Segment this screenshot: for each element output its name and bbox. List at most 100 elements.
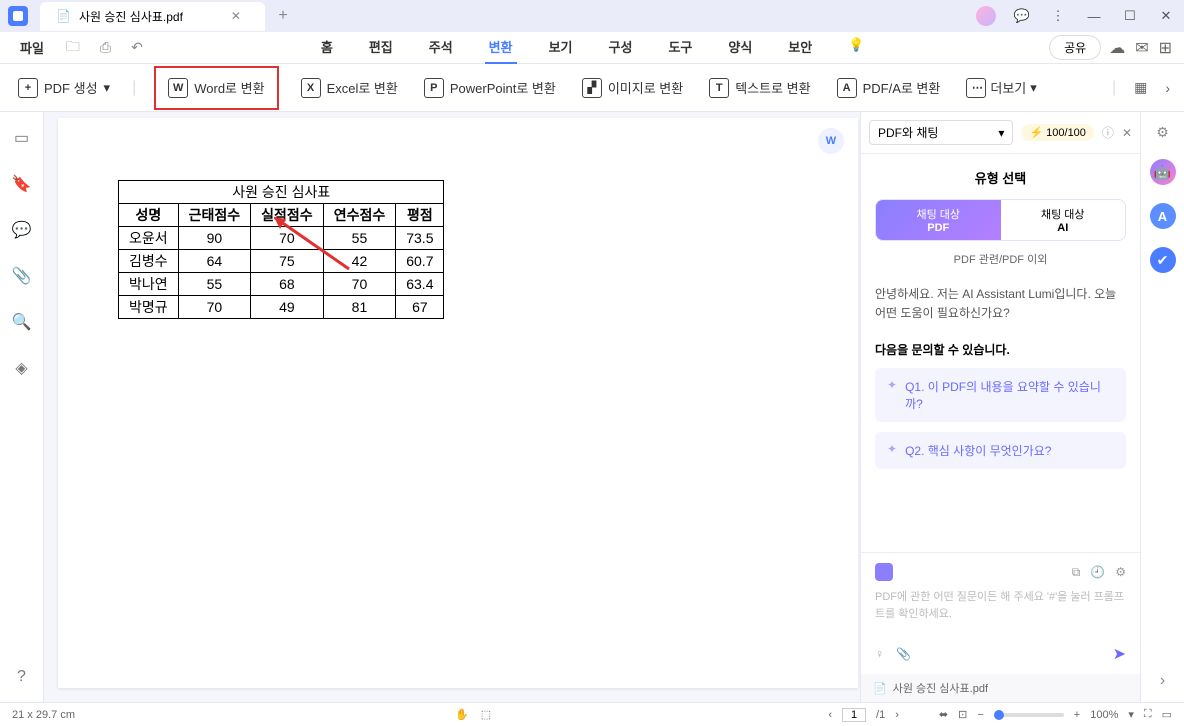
settings-icon[interactable]: ⚙ bbox=[1115, 565, 1126, 580]
hint-icon[interactable]: ♀ bbox=[875, 647, 884, 661]
tab-view[interactable]: 보기 bbox=[545, 31, 577, 64]
copy-icon[interactable]: ⧉ bbox=[1072, 565, 1081, 580]
mode-icon[interactable] bbox=[875, 563, 893, 581]
word-icon: W bbox=[168, 78, 188, 98]
share-button[interactable]: 공유 bbox=[1049, 35, 1101, 60]
ribbon-toolbar: + PDF 생성 ▾ | W Word로 변환 X Excel로 변환 P Po… bbox=[0, 64, 1184, 112]
status-bar: 21 x 29.7 cm ✋ ⬚ ‹ /1 › ⬌ ⊡ − + 100% ▾ ⛶… bbox=[0, 702, 1184, 726]
document-tab[interactable]: 📄 사원 승진 심사표.pdf ✕ bbox=[40, 2, 265, 31]
chat-target-segment: 채팅 대상PDF 채팅 대상AI bbox=[875, 199, 1126, 241]
panel-layout-icon[interactable]: ▦ bbox=[1134, 79, 1147, 96]
tab-convert[interactable]: 변환 bbox=[485, 31, 517, 64]
read-mode-icon[interactable]: ▭ bbox=[1162, 708, 1172, 721]
table-row: 박명규70498167 bbox=[119, 296, 444, 319]
more-button[interactable]: ⋯ 더보기 ▾ bbox=[962, 72, 1040, 104]
tab-form[interactable]: 양식 bbox=[724, 31, 756, 64]
save-icon[interactable]: 🗀 bbox=[60, 32, 86, 64]
ai-greeting: 안녕하세요. 저는 AI Assistant Lumi입니다. 오늘 어떤 도움… bbox=[875, 285, 1126, 323]
panel-close-icon[interactable]: ✕ bbox=[1122, 126, 1132, 140]
new-tab-button[interactable]: + bbox=[273, 6, 293, 26]
page-total: /1 bbox=[876, 709, 885, 721]
undo-icon[interactable]: ↶ bbox=[125, 35, 149, 60]
suggest-title: 다음을 문의할 수 있습니다. bbox=[875, 341, 1126, 358]
to-image-button[interactable]: ▞ 이미지로 변환 bbox=[578, 72, 687, 104]
table-row: 오윤서90705573.5 bbox=[119, 227, 444, 250]
ai-robot-icon[interactable]: 🤖 bbox=[1150, 159, 1176, 185]
left-sidebar: ▭ 🔖 💬 📎 🔍 ◈ ? bbox=[0, 112, 44, 702]
to-powerpoint-button[interactable]: P PowerPoint로 변환 bbox=[420, 72, 560, 104]
tab-comment[interactable]: 주석 bbox=[425, 31, 457, 64]
window-icon[interactable]: ⊞ bbox=[1159, 38, 1172, 58]
prompt-placeholder[interactable]: PDF에 관한 어떤 질문이든 해 주세요 '#'을 눌러 프롬프트를 확인하세… bbox=[875, 589, 1126, 622]
close-window-icon[interactable]: ✕ bbox=[1156, 8, 1176, 24]
chevron-right-icon[interactable]: › bbox=[1165, 80, 1170, 96]
tab-tools[interactable]: 도구 bbox=[664, 31, 696, 64]
app-menu-icon[interactable]: ⋮ bbox=[1048, 8, 1068, 24]
hand-tool-icon[interactable]: ✋ bbox=[455, 708, 469, 721]
page-number-input[interactable] bbox=[842, 708, 866, 722]
excel-icon: X bbox=[301, 78, 321, 98]
fit-width-icon[interactable]: ⬌ bbox=[939, 708, 948, 721]
to-pdfa-button[interactable]: A PDF/A로 변환 bbox=[833, 72, 945, 104]
bookmark-icon[interactable]: 🔖 bbox=[12, 174, 32, 194]
maximize-icon[interactable]: ☐ bbox=[1120, 8, 1140, 24]
chevron-down-icon[interactable]: ▾ bbox=[1128, 708, 1134, 721]
adjust-icon[interactable]: ⚙ bbox=[1156, 124, 1169, 141]
translate-icon[interactable]: A bbox=[1150, 203, 1176, 229]
mail-icon[interactable]: ✉ bbox=[1135, 38, 1148, 58]
history-icon[interactable]: 🕘 bbox=[1090, 565, 1105, 580]
seg-pdf[interactable]: 채팅 대상PDF bbox=[876, 200, 1001, 240]
ai-panel: PDF와 채팅 ▾ ⚡100/100 ⓘ ✕ 유형 선택 채팅 대상PDF 채팅… bbox=[860, 112, 1140, 702]
fullscreen-icon[interactable]: ⛶ bbox=[1144, 708, 1152, 721]
tab-lightbulb[interactable]: 💡 bbox=[844, 31, 868, 64]
select-tool-icon[interactable]: ⬚ bbox=[481, 708, 491, 721]
tab-edit[interactable]: 편집 bbox=[365, 31, 397, 64]
chevron-right-icon[interactable]: › bbox=[1160, 672, 1165, 690]
to-excel-button[interactable]: X Excel로 변환 bbox=[297, 72, 402, 104]
comment-icon[interactable]: 💬 bbox=[12, 220, 32, 240]
table-row: 박나연55687063.4 bbox=[119, 273, 444, 296]
attach-icon[interactable]: 📎 bbox=[896, 647, 911, 661]
table-title: 사원 승진 심사표 bbox=[119, 181, 444, 204]
user-avatar[interactable] bbox=[976, 6, 996, 26]
word-badge-icon[interactable]: W bbox=[818, 128, 844, 154]
attached-file[interactable]: 📄 사원 승진 심사표.pdf bbox=[861, 674, 1140, 702]
attachment-icon[interactable]: 📎 bbox=[12, 266, 32, 286]
tab-protect[interactable]: 보안 bbox=[784, 31, 816, 64]
help-icon[interactable]: ? bbox=[17, 668, 26, 686]
print-icon[interactable]: ⎙ bbox=[94, 35, 117, 60]
pdf-page: W 사원 승진 심사표 성명 근태점수 실적점수 연수점수 평점 오윤서9070… bbox=[58, 118, 858, 688]
ai-mode-select[interactable]: PDF와 채팅 ▾ bbox=[869, 120, 1013, 145]
data-table: 사원 승진 심사표 성명 근태점수 실적점수 연수점수 평점 오윤서907055… bbox=[118, 180, 444, 319]
prev-page-icon[interactable]: ‹ bbox=[828, 709, 832, 721]
search-icon[interactable]: 🔍 bbox=[12, 312, 32, 332]
layers-icon[interactable]: ◈ bbox=[15, 358, 27, 378]
feedback-icon[interactable]: 💬 bbox=[1012, 8, 1032, 24]
suggest-q1[interactable]: ✦Q1. 이 PDF의 내용을 요약할 수 있습니까? bbox=[875, 368, 1126, 422]
tab-home[interactable]: 홈 bbox=[317, 31, 337, 64]
seg-ai[interactable]: 채팅 대상AI bbox=[1001, 200, 1126, 240]
to-word-button[interactable]: W Word로 변환 bbox=[164, 72, 268, 104]
zoom-slider[interactable] bbox=[994, 713, 1064, 717]
cloud-icon[interactable]: ☁ bbox=[1109, 38, 1125, 58]
credit-badge[interactable]: ⚡100/100 bbox=[1021, 124, 1093, 141]
fit-page-icon[interactable]: ⊡ bbox=[958, 708, 967, 721]
file-menu[interactable]: 파일 bbox=[12, 34, 52, 61]
info-icon[interactable]: ⓘ bbox=[1102, 124, 1114, 141]
tab-close-icon[interactable]: ✕ bbox=[231, 9, 241, 23]
plus-icon: + bbox=[18, 78, 38, 98]
dots-icon: ⋯ bbox=[966, 78, 986, 98]
check-icon[interactable]: ✔ bbox=[1150, 247, 1176, 273]
zoom-level[interactable]: 100% bbox=[1090, 709, 1118, 721]
suggest-q2[interactable]: ✦Q2. 핵심 사항이 무엇인가요? bbox=[875, 432, 1126, 469]
to-text-button[interactable]: T 텍스트로 변환 bbox=[705, 72, 814, 104]
thumbnails-icon[interactable]: ▭ bbox=[14, 128, 29, 148]
send-icon[interactable]: ➤ bbox=[1113, 644, 1126, 664]
next-page-icon[interactable]: › bbox=[895, 709, 899, 721]
minimize-icon[interactable]: — bbox=[1084, 9, 1104, 24]
document-canvas[interactable]: W 사원 승진 심사표 성명 근태점수 실적점수 연수점수 평점 오윤서9070… bbox=[44, 112, 860, 702]
zoom-in-icon[interactable]: + bbox=[1074, 709, 1080, 721]
create-pdf-button[interactable]: + PDF 생성 ▾ bbox=[14, 72, 114, 104]
zoom-out-icon[interactable]: − bbox=[977, 709, 983, 721]
tab-organize[interactable]: 구성 bbox=[605, 31, 637, 64]
